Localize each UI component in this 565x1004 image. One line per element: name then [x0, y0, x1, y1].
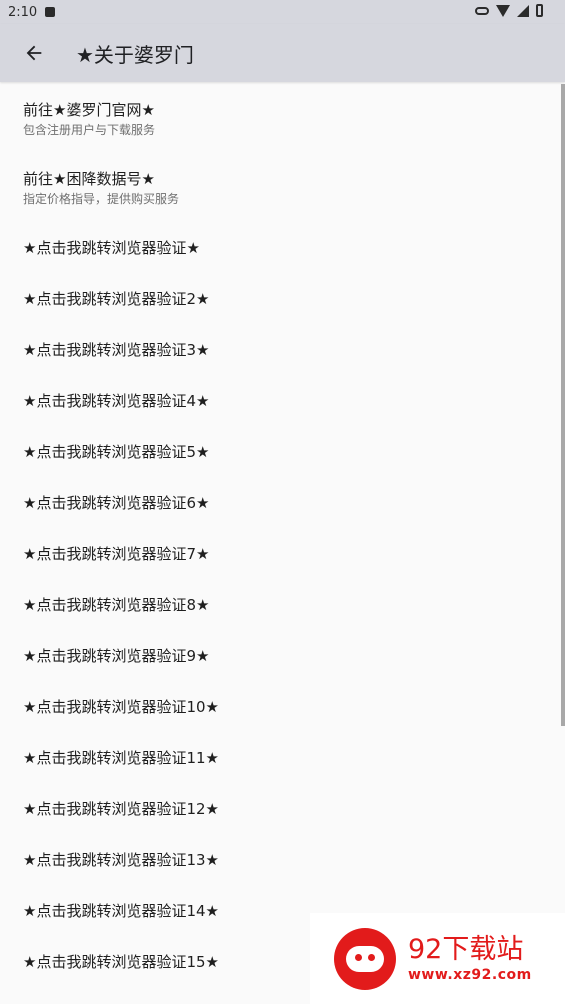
arrow-left-icon	[26, 45, 42, 61]
settings-list: 前往★婆罗门官网★ 包含注册用户与下载服务 前往★困降数据号★ 指定价格指导，提…	[0, 84, 565, 987]
list-item-verify[interactable]: ★点击我跳转浏览器验证12★	[0, 783, 565, 834]
watermark-url: www.xz92.com	[408, 966, 532, 983]
list-item-verify[interactable]: ★点击我跳转浏览器验证8★	[0, 579, 565, 630]
list-item-verify[interactable]: ★点击我跳转浏览器验证7★	[0, 528, 565, 579]
list-item-verify[interactable]: ★点击我跳转浏览器验证10★	[0, 681, 565, 732]
list-item-title: ★点击我跳转浏览器验证★	[23, 238, 200, 257]
list-item-title: ★点击我跳转浏览器验证12★	[23, 799, 219, 818]
page-title: ★关于婆罗门	[76, 42, 194, 67]
watermark-brand: 92下载站	[408, 933, 524, 965]
notification-icon	[45, 7, 56, 17]
list-item-verify[interactable]: ★点击我跳转浏览器验证6★	[0, 477, 565, 528]
watermark: 92下载站 www.xz92.com	[310, 913, 565, 1004]
watermark-text: 92下载站 www.xz92.com	[408, 934, 532, 984]
list-item-title: ★点击我跳转浏览器验证10★	[23, 697, 219, 716]
list-item-title: ★点击我跳转浏览器验证5★	[23, 442, 210, 461]
status-bar: 2:10	[0, 0, 565, 24]
status-icons	[475, 4, 543, 17]
battery-icon	[536, 4, 543, 17]
list-item-title: ★点击我跳转浏览器验证13★	[23, 850, 219, 869]
list-item-subtitle: 指定价格指导，提供购买服务	[23, 191, 180, 206]
list-item-verify[interactable]: ★点击我跳转浏览器验证13★	[0, 834, 565, 885]
list-item-title: 前往★困降数据号★	[23, 169, 155, 188]
list-item-verify[interactable]: ★点击我跳转浏览器验证5★	[0, 426, 565, 477]
list-item-verify[interactable]: ★点击我跳转浏览器验证11★	[0, 732, 565, 783]
list-item-official-site[interactable]: 前往★婆罗门官网★ 包含注册用户与下载服务	[0, 84, 565, 153]
list-item-subtitle: 包含注册用户与下载服务	[23, 122, 156, 137]
list-item-title: ★点击我跳转浏览器验证8★	[23, 595, 210, 614]
signal-icon	[517, 4, 529, 17]
list-item-verify[interactable]: ★点击我跳转浏览器验证4★	[0, 375, 565, 426]
list-item-title: ★点击我跳转浏览器验证7★	[23, 544, 210, 563]
list-item-verify[interactable]: ★点击我跳转浏览器验证9★	[0, 630, 565, 681]
wifi-icon	[496, 4, 510, 17]
gamepad-logo-icon	[334, 927, 396, 990]
app-bar: ★关于婆罗门	[0, 24, 565, 82]
list-item-title: 前往★婆罗门官网★	[23, 100, 155, 119]
list-item-verify[interactable]: ★点击我跳转浏览器验证★	[0, 222, 565, 273]
list-item-title: ★点击我跳转浏览器验证4★	[23, 391, 210, 410]
list-item-title: ★点击我跳转浏览器验证11★	[23, 748, 219, 767]
list-item-title: ★点击我跳转浏览器验证9★	[23, 646, 210, 665]
list-item-verify[interactable]: ★点击我跳转浏览器验证3★	[0, 324, 565, 375]
list-item-title: ★点击我跳转浏览器验证6★	[23, 493, 210, 512]
list-item-title: ★点击我跳转浏览器验证3★	[23, 340, 210, 359]
key-icon	[475, 6, 489, 15]
list-item-verify[interactable]: ★点击我跳转浏览器验证2★	[0, 273, 565, 324]
back-button[interactable]	[6, 24, 62, 82]
status-time: 2:10	[8, 4, 38, 20]
scrollbar[interactable]	[561, 84, 565, 726]
list-item-title: ★点击我跳转浏览器验证2★	[23, 289, 210, 308]
list-item-data-account[interactable]: 前往★困降数据号★ 指定价格指导，提供购买服务	[0, 153, 565, 222]
